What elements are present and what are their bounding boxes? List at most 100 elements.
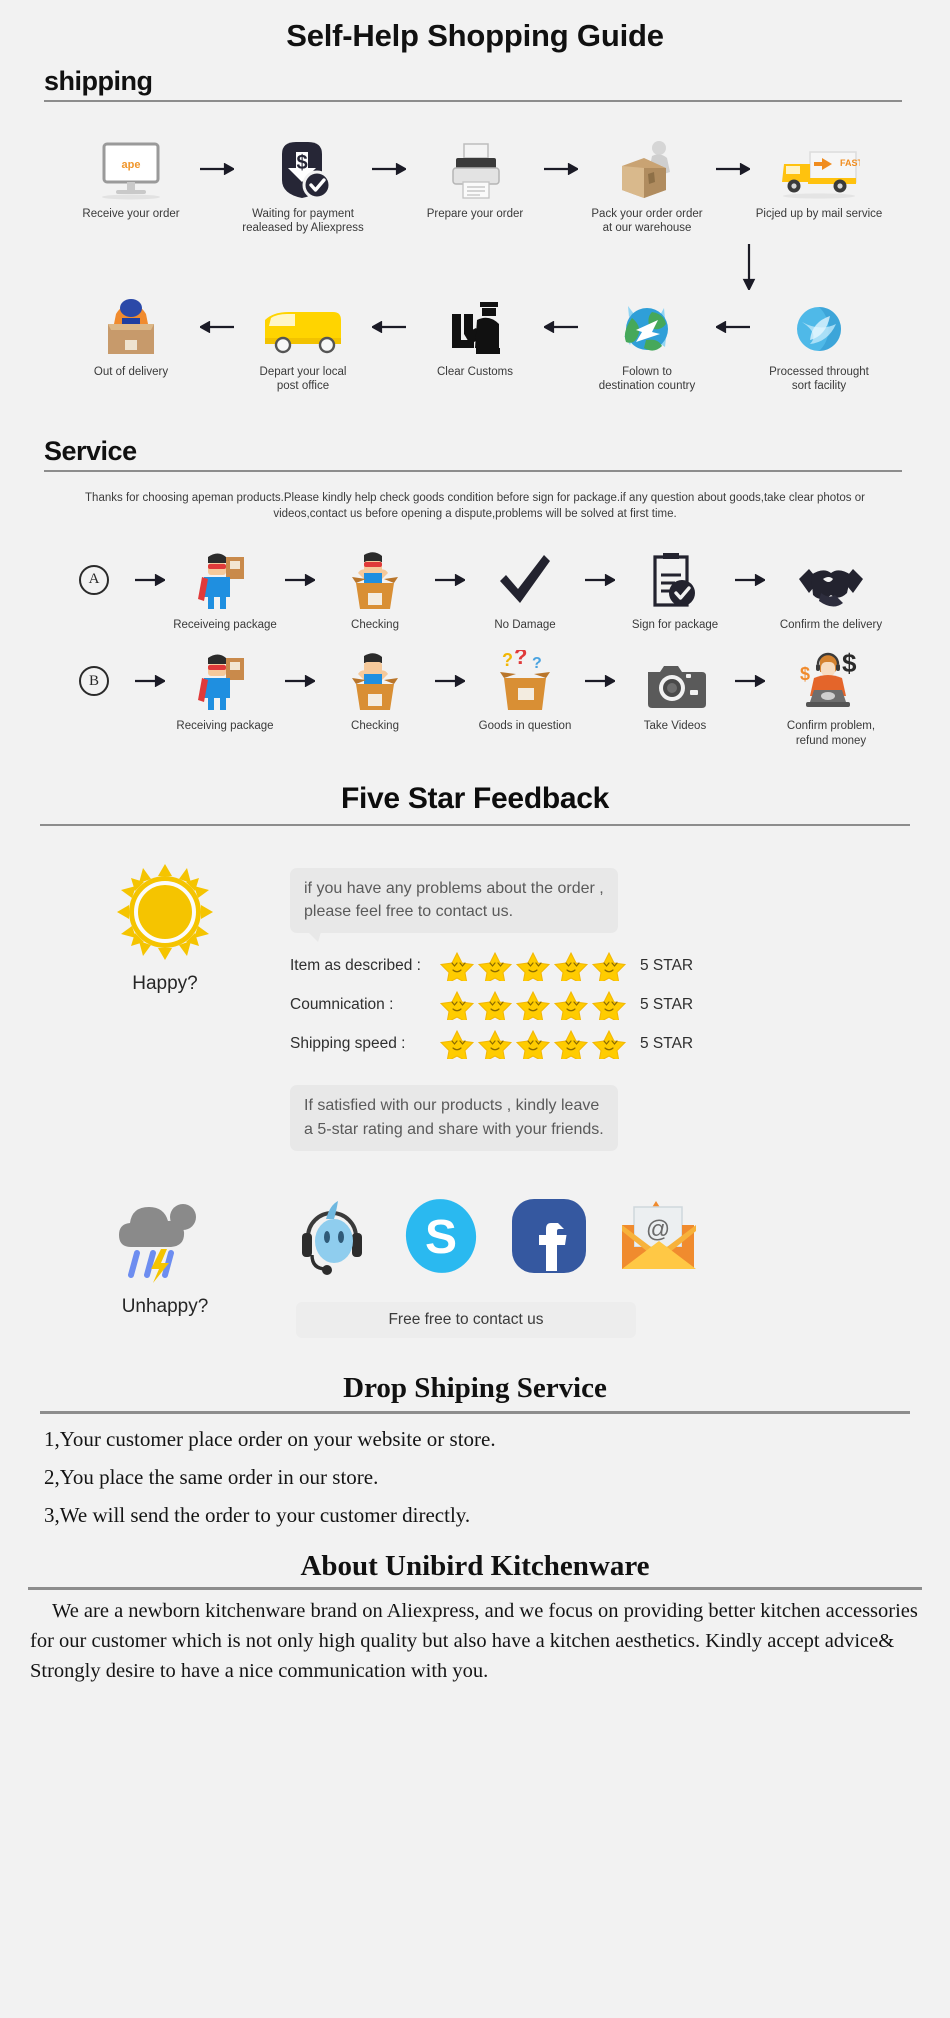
service-step-caption: Receiving package: [176, 720, 274, 733]
service-row-label-a: A: [58, 549, 130, 611]
shipping-step: Out of delivery: [65, 296, 197, 379]
worker-packing-box-icon: [614, 138, 680, 200]
arrow-right-icon: [580, 650, 620, 712]
printer-icon: [444, 138, 506, 200]
dropshipping-line: 1,Your customer place order on your webs…: [44, 1426, 496, 1451]
rating-value: 5 STAR: [640, 957, 694, 975]
service-step-caption: Goods in question: [478, 720, 572, 733]
about-paragraph: We are a newborn kitchenware brand on Al…: [30, 1596, 920, 1686]
rating-label: Coumnication :: [290, 996, 394, 1014]
shipping-step-caption: Prepare your order: [426, 208, 524, 220]
arrow-right-icon: [130, 549, 170, 611]
delivery-man-box-icon: [98, 296, 164, 358]
service-step-caption: Checking: [351, 720, 399, 733]
customs-officer-icon: [444, 296, 506, 358]
yellow-van-icon: [261, 296, 345, 358]
divider-service: [44, 469, 902, 472]
sun-icon: [115, 862, 215, 967]
service-step-caption: Receiveing package: [173, 618, 277, 631]
service-row-label-b: B: [58, 650, 130, 712]
rating-row: Shipping speed : 5 STAR: [290, 1029, 910, 1060]
shipping-step-caption: Depart your local post office: [259, 365, 347, 393]
service-step-caption: Take Videos: [643, 720, 707, 733]
star-rating: [438, 1029, 628, 1060]
arrow-right-icon: [730, 650, 770, 712]
arrow-left-icon: [197, 296, 237, 358]
contact-pill[interactable]: Free free to contact us: [296, 1301, 636, 1338]
service-step: No Damage: [470, 549, 580, 632]
service-step: Checking: [320, 650, 430, 733]
svg-text:S: S: [425, 1211, 457, 1264]
feedback-bubble-top: if you have any problems about the order…: [290, 867, 618, 943]
section-heading-feedback: Five Star Feedback: [340, 781, 610, 815]
about-text: We are a newborn kitchenware brand on Al…: [30, 1599, 918, 1682]
shipping-step-caption: Waiting for payment realeased by Aliexpr…: [242, 208, 364, 235]
svg-text:FAST: FAST: [840, 158, 860, 168]
rating-label: Shipping speed :: [290, 1035, 406, 1053]
feedback-block: Happy? if you have any problems about th…: [0, 862, 950, 1151]
service-step-caption: Confirm the delivery: [779, 618, 883, 631]
shipping-step: Depart your local post office: [237, 296, 369, 394]
blue-globe-sort-icon: [790, 296, 848, 358]
hero-opening-box-icon: [346, 549, 404, 611]
camera-icon: [644, 650, 706, 712]
signed-document-check-icon: [649, 549, 701, 611]
hero-opening-box-icon: [346, 650, 404, 712]
arrow-right-icon: [541, 138, 581, 200]
service-flow-row-b: B Receiving package Checking ? ? ? Goods…: [0, 650, 950, 748]
svg-text:?: ?: [514, 650, 527, 669]
service-row-label-a-text: A: [79, 564, 109, 595]
hero-with-package-icon: [196, 549, 254, 611]
arrow-down-icon: [0, 243, 950, 290]
happy-block: Happy?: [40, 862, 290, 995]
box-question-marks-icon: ? ? ?: [494, 650, 556, 712]
shipping-step: Processed throught sort facility: [753, 296, 885, 394]
unhappy-block: Unhappy?: [40, 1197, 290, 1318]
section-heading-dropshipping: Drop Shiping Service: [343, 1371, 607, 1404]
skype-icon[interactable]: S: [402, 1197, 480, 1280]
contact-right: S @ Free free to contact us: [290, 1197, 910, 1338]
arrow-right-icon: [369, 138, 409, 200]
storm-cloud-icon: [115, 1197, 215, 1290]
service-step: $ $ Confirm problem, refund money: [770, 650, 892, 748]
monitor-apeman-icon: ape x: [96, 138, 166, 200]
rating-label: Item as described :: [290, 957, 421, 975]
arrow-right-icon: [430, 650, 470, 712]
payment-shield-dollar-icon: $: [272, 138, 334, 200]
facebook-icon[interactable]: [510, 1197, 588, 1280]
headset-support-icon[interactable]: [296, 1197, 372, 1280]
arrow-right-icon: [280, 650, 320, 712]
service-step: Sign for package: [620, 549, 730, 632]
arrow-right-icon: [197, 138, 237, 200]
shipping-step-caption: Pack your order order at our warehouse: [591, 208, 703, 235]
contact-block: Unhappy? S @ Free free to contact us: [0, 1197, 950, 1338]
service-note: Thanks for choosing apeman products.Plea…: [85, 491, 865, 521]
service-step: Checking: [320, 549, 430, 632]
dropshipping-line: 2,You place the same order in our store.: [44, 1464, 379, 1489]
service-step: Receiveing package: [170, 549, 280, 632]
rating-row: Coumnication : 5 STAR: [290, 990, 910, 1021]
svg-text:?: ?: [502, 650, 513, 670]
arrow-right-icon: [713, 138, 753, 200]
rating-row: Item as described : 5 STAR: [290, 951, 910, 982]
dropshipping-line: 3,We will send the order to your custome…: [44, 1502, 471, 1527]
service-step-caption: Sign for package: [631, 618, 719, 631]
arrow-right-icon: [580, 549, 620, 611]
shipping-step: Prepare your order: [409, 138, 541, 221]
service-step: Receiving package: [170, 650, 280, 733]
service-row-label-b-text: B: [79, 666, 109, 697]
shipping-flow-row-1: ape x Receive your order $: [0, 138, 950, 236]
svg-text:?: ?: [532, 655, 542, 672]
hero-with-package-icon: [196, 650, 254, 712]
arrow-right-icon: [130, 650, 170, 712]
rating-value: 5 STAR: [640, 1035, 694, 1053]
star-rating: [438, 951, 628, 982]
support-agent-refund-icon: $ $: [798, 650, 864, 712]
shipping-step-caption: Processed throught sort facility: [769, 365, 869, 393]
shipping-step-caption: Receive your order: [82, 208, 180, 220]
email-envelope-icon[interactable]: @: [618, 1199, 700, 1278]
shipping-step-caption: Picjed up by mail service: [755, 208, 883, 220]
shipping-step-caption: Folown to destination country: [598, 365, 696, 393]
shipping-step: Folown to destination country: [581, 296, 713, 394]
shipping-step: FAST Picjed up by mail service: [753, 138, 885, 221]
